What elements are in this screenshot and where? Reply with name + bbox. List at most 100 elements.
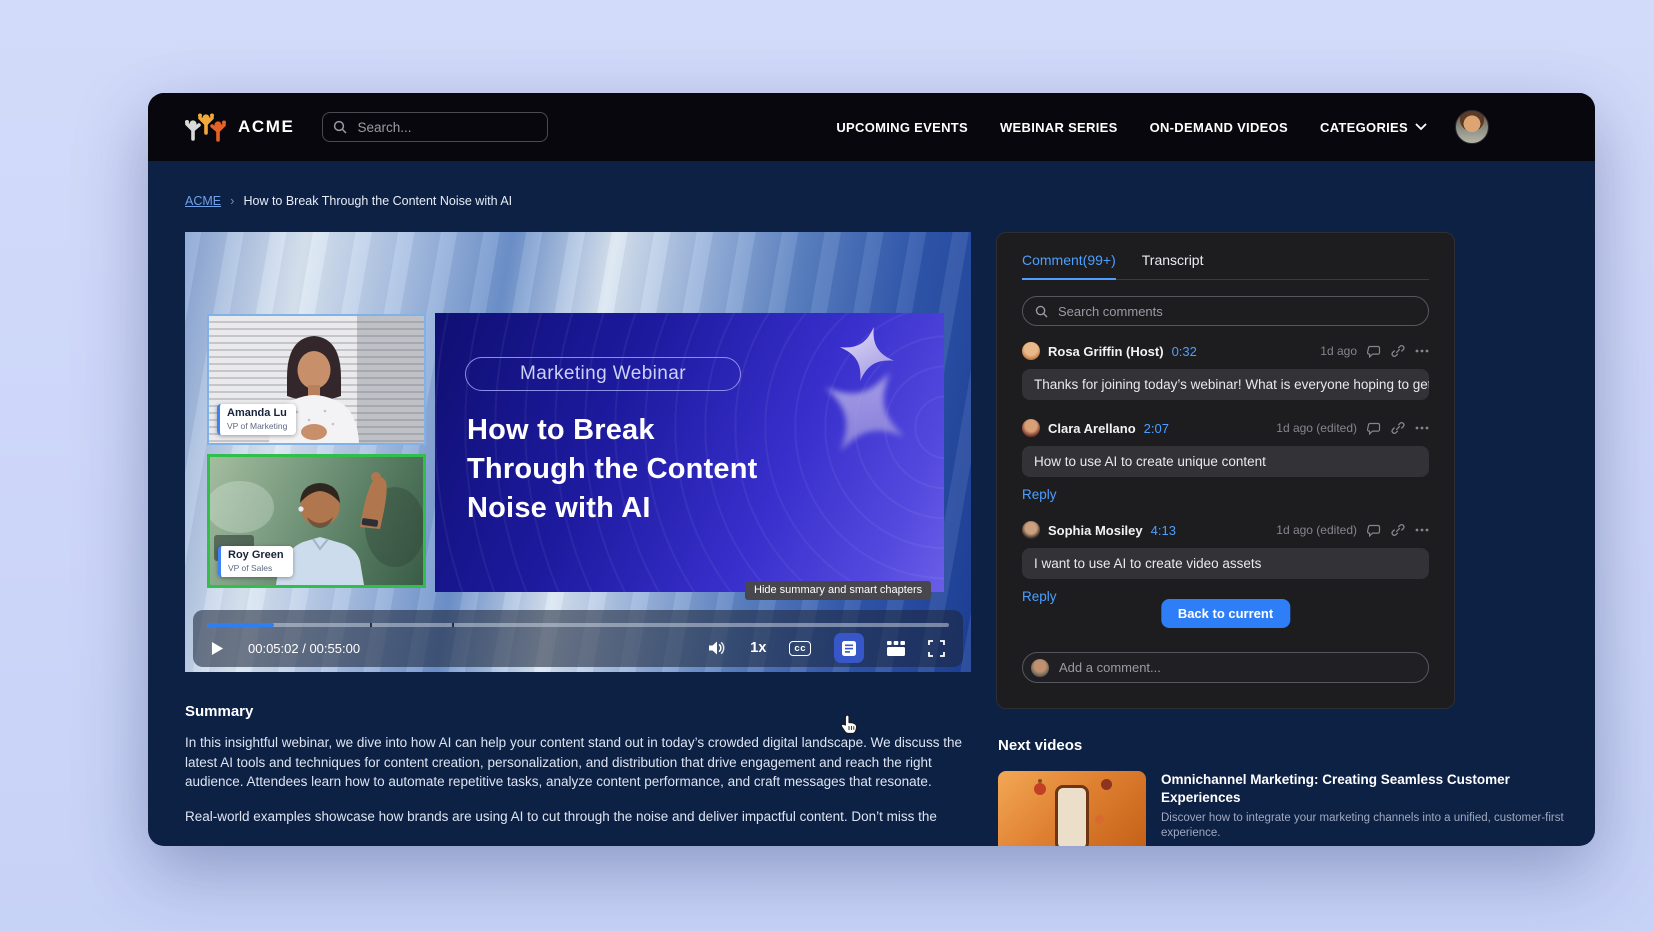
seek-bar-fill [207, 623, 274, 627]
comment-age: 1d ago [1320, 344, 1357, 358]
comment-header: Rosa Griffin (Host) 0:32 1d ago [1022, 342, 1429, 360]
ornament-decoration [1101, 779, 1112, 790]
panel-tabs: Comment(99+) Transcript [1022, 233, 1429, 280]
webinar-slide: Marketing Webinar How to Break Through t… [435, 313, 944, 592]
slide-title-line: Through the Content [467, 450, 758, 489]
next-video-title[interactable]: Omnichannel Marketing: Creating Seamless… [1161, 771, 1564, 806]
comment-timestamp-link[interactable]: 4:13 [1151, 523, 1176, 538]
chapters-grid-icon[interactable] [887, 641, 905, 656]
slide-badge: Marketing Webinar [465, 357, 741, 391]
reply-button[interactable]: Reply [1022, 487, 1057, 502]
chevron-down-icon [1415, 123, 1427, 131]
comment-actions: 1d ago [1320, 344, 1429, 358]
comment-bubble-icon[interactable] [1367, 345, 1381, 358]
more-options-icon[interactable] [1415, 426, 1429, 430]
comment-text: Thanks for joining today’s webinar! What… [1022, 369, 1429, 400]
commenter-avatar [1022, 521, 1040, 539]
nav-menu: UPCOMING EVENTS WEBINAR SERIES ON-DEMAND… [836, 120, 1427, 135]
playback-speed-button[interactable]: 1x [750, 640, 766, 656]
nav-categories-label: CATEGORIES [1320, 120, 1408, 135]
seek-bar[interactable] [207, 623, 949, 627]
ornament-decoration [1095, 815, 1104, 824]
comment-item: Clara Arellano 2:07 1d ago (edited) How … [1022, 419, 1429, 502]
user-avatar[interactable] [1455, 110, 1489, 144]
next-video-card[interactable]: Omnichannel Marketing: Creating Seamless… [998, 771, 1564, 846]
brand-name: ACME [238, 117, 294, 137]
nav-upcoming-events[interactable]: UPCOMING EVENTS [836, 120, 968, 135]
volume-icon[interactable] [708, 640, 727, 656]
breadcrumb-separator: › [230, 193, 234, 208]
comment-search[interactable] [1022, 296, 1429, 326]
comment-item: Rosa Griffin (Host) 0:32 1d ago Thanks f… [1022, 342, 1429, 400]
copy-link-icon[interactable] [1391, 523, 1405, 537]
more-options-icon[interactable] [1415, 528, 1429, 532]
comment-age: 1d ago (edited) [1276, 523, 1357, 537]
tab-transcript[interactable]: Transcript [1142, 252, 1204, 279]
comment-timestamp-link[interactable]: 2:07 [1144, 421, 1169, 436]
comments-panel: Comment(99+) Transcript Rosa Griffin (Ho… [996, 232, 1455, 709]
nav-webinar-series[interactable]: WEBINAR SERIES [1000, 120, 1118, 135]
next-videos-heading: Next videos [998, 737, 1564, 754]
slide-title-line: Noise with AI [467, 489, 758, 528]
speaker-video-amanda: Amanda Lu VP of Marketing [207, 314, 426, 445]
reply-button[interactable]: Reply [1022, 589, 1057, 604]
comment-text: I want to use AI to create video assets [1022, 548, 1429, 579]
comment-bubble-icon[interactable] [1367, 422, 1381, 435]
nav-categories[interactable]: CATEGORIES [1320, 120, 1427, 135]
controls-right-group: 1x cc [708, 633, 945, 663]
more-options-icon[interactable] [1415, 349, 1429, 353]
chapter-marker [370, 623, 372, 627]
breadcrumb-home-link[interactable]: ACME [185, 194, 221, 208]
sparkle-shape-blurred [795, 342, 936, 483]
slide-title-line: How to Break [467, 411, 758, 450]
commenter-avatar [1022, 419, 1040, 437]
time-display: 00:05:02 / 00:55:00 [248, 641, 360, 656]
breadcrumb-current: How to Break Through the Content Noise w… [243, 194, 512, 208]
current-user-avatar [1031, 659, 1049, 677]
comment-actions: 1d ago (edited) [1276, 523, 1429, 537]
commenter-avatar [1022, 342, 1040, 360]
comment-text: How to use AI to create unique content [1022, 446, 1429, 477]
copy-link-icon[interactable] [1391, 421, 1405, 435]
play-button[interactable] [211, 641, 224, 656]
video-player[interactable]: Amanda Lu VP of Marketing Roy Gr [185, 232, 971, 672]
next-videos-section: Next videos Omnichannel Marketing: Creat… [998, 737, 1564, 846]
comment-header: Sophia Mosiley 4:13 1d ago (edited) [1022, 521, 1429, 539]
comment-bubble-icon[interactable] [1367, 524, 1381, 537]
speaker-role: VP of Sales [228, 563, 284, 573]
comment-age: 1d ago (edited) [1276, 421, 1357, 435]
comment-author: Clara Arellano [1048, 421, 1136, 436]
captions-icon[interactable]: cc [789, 641, 811, 656]
summary-paragraph-2: Real-world examples showcase how brands … [185, 807, 977, 827]
ornament-decoration [1034, 783, 1046, 795]
comment-timestamp-link[interactable]: 0:32 [1172, 344, 1197, 359]
next-video-info: Omnichannel Marketing: Creating Seamless… [1161, 771, 1564, 846]
speaker-name-tag: Roy Green VP of Sales [218, 546, 293, 577]
copy-link-icon[interactable] [1391, 344, 1405, 358]
summary-section: Summary In this insightful webinar, we d… [185, 703, 977, 841]
acme-logo-icon [184, 110, 228, 144]
comment-item: Sophia Mosiley 4:13 1d ago (edited) I wa… [1022, 521, 1429, 604]
search-input[interactable] [355, 119, 537, 136]
speaker-role: VP of Marketing [227, 421, 287, 431]
speaker-name: Amanda Lu [227, 407, 287, 420]
fullscreen-icon[interactable] [928, 640, 945, 657]
player-controls: 00:05:02 / 00:55:00 1x cc [193, 610, 963, 667]
top-navbar: ACME UPCOMING EVENTS WEBINAR SERIES ON-D… [148, 93, 1595, 161]
comment-author: Rosa Griffin (Host) [1048, 344, 1164, 359]
next-video-description: Discover how to integrate your marketing… [1161, 811, 1564, 841]
add-comment-bar[interactable] [1022, 652, 1429, 683]
tab-comments[interactable]: Comment(99+) [1022, 252, 1116, 280]
slide-title: How to Break Through the Content Noise w… [467, 411, 758, 528]
comment-author: Sophia Mosiley [1048, 523, 1143, 538]
nav-on-demand-videos[interactable]: ON-DEMAND VIDEOS [1150, 120, 1288, 135]
global-search[interactable] [322, 112, 548, 142]
next-video-thumbnail[interactable] [998, 771, 1146, 846]
comment-search-input[interactable] [1056, 303, 1416, 320]
search-icon [333, 120, 347, 134]
speaker-name-tag: Amanda Lu VP of Marketing [217, 404, 296, 435]
summary-panel-toggle-button[interactable] [834, 633, 864, 663]
comment-header: Clara Arellano 2:07 1d ago (edited) [1022, 419, 1429, 437]
add-comment-input[interactable] [1057, 659, 1420, 676]
back-to-current-button[interactable]: Back to current [1161, 599, 1290, 628]
